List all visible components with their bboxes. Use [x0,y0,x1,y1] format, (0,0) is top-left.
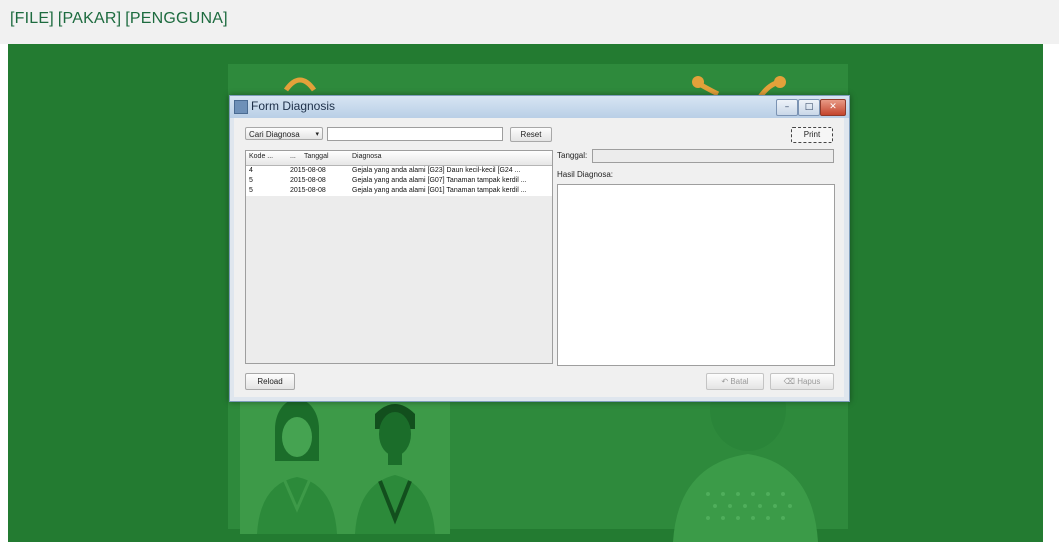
menu-pakar[interactable]: [PAKAR] [58,10,121,28]
cell-tanggal: 2015-08-08 [290,187,326,194]
batal-label: Batal [730,377,749,386]
cell-kode: 5 [249,187,253,194]
diagnosis-table[interactable]: Kode ... ... Tanggal Diagnosa 4 2015-08-… [245,150,553,364]
batal-button[interactable]: ↶ Batal [706,373,764,390]
window-titlebar[interactable]: Form Diagnosis – □ ✕ [230,96,849,118]
top-menubar: [FILE] [PAKAR] [PENGGUNA] [0,0,1059,44]
print-button[interactable]: Print [791,127,833,143]
table-header: Kode ... ... Tanggal Diagnosa [246,151,552,166]
app-window-icon [234,100,248,114]
search-by-dropdown[interactable]: Cari Diagnosa ▾ [245,127,323,140]
tanggal-field[interactable] [592,149,834,163]
female-doctor-icon [257,399,337,534]
table-row[interactable]: 4 2015-08-08 Gejala yang anda alami [G23… [246,166,552,176]
minimize-button[interactable]: – [776,99,798,116]
menu-items: [FILE] [PAKAR] [PENGGUNA] [10,10,228,28]
search-by-value: Cari Diagnosa [249,130,300,139]
cell-kode: 4 [249,167,253,174]
cell-tanggal: 2015-08-08 [290,177,326,184]
chevron-down-icon: ▾ [315,131,319,138]
form-diagnosis-window: Form Diagnosis – □ ✕ Cari Diagnosa ▾ Res… [229,95,850,402]
column-header-kode[interactable]: Kode ... [249,153,273,160]
column-header-tanggal[interactable]: Tanggal [304,153,329,160]
window-title: Form Diagnosis [251,99,336,113]
menu-pengguna[interactable]: [PENGGUNA] [125,10,227,28]
hasil-diagnosa-textarea[interactable] [557,184,835,366]
tanggal-label: Tanggal: [557,151,588,160]
cell-diagnosa: Gejala yang anda alami [G01] Tanaman tam… [352,187,527,194]
hasil-diagnosa-label: Hasil Diagnosa: [557,170,614,179]
maximize-button[interactable]: □ [798,99,820,116]
menu-file[interactable]: [FILE] [10,10,54,28]
table-row[interactable]: 5 2015-08-08 Gejala yang anda alami [G01… [246,186,552,196]
cell-kode: 5 [249,177,253,184]
table-row[interactable]: 5 2015-08-08 Gejala yang anda alami [G07… [246,176,552,186]
doctors-illustration-panel [240,389,450,534]
search-input[interactable] [327,127,503,141]
column-header-collapsed[interactable]: ... [290,153,296,160]
cell-diagnosa: Gejala yang anda alami [G23] Daun kecil-… [352,167,521,174]
undo-icon: ↶ [721,377,731,386]
column-header-diagnosa[interactable]: Diagnosa [352,153,382,160]
cell-tanggal: 2015-08-08 [290,167,326,174]
hapus-button[interactable]: ⌫ Hapus [770,373,834,390]
reload-button[interactable]: Reload [245,373,295,390]
cell-diagnosa: Gejala yang anda alami [G07] Tanaman tam… [352,177,527,184]
male-doctor-icon [355,404,435,534]
hapus-label: Hapus [797,377,821,386]
close-button[interactable]: ✕ [820,99,846,116]
window-content: Cari Diagnosa ▾ Reset Print Kode ... ...… [234,118,844,397]
reset-button[interactable]: Reset [510,127,552,142]
eraser-icon: ⌫ [783,377,798,386]
